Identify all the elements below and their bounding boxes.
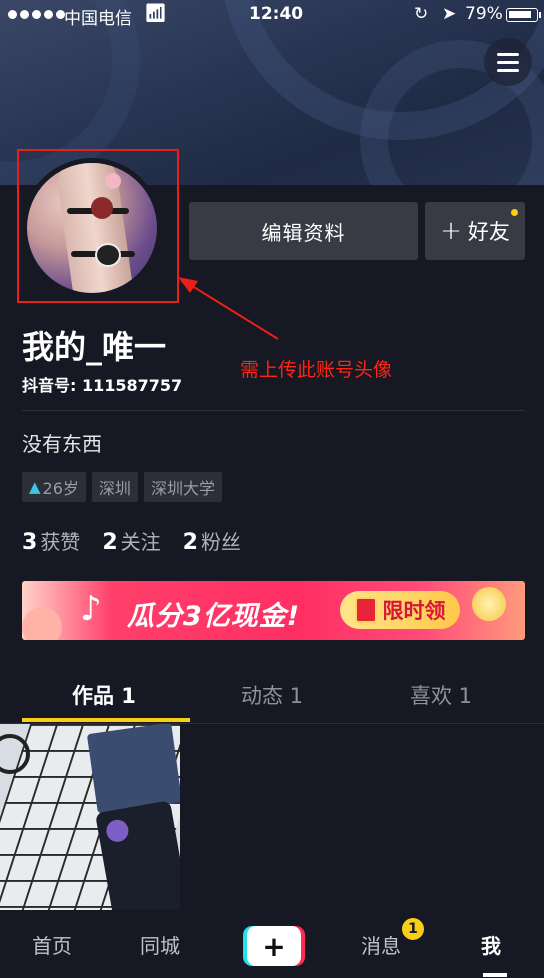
- active-nav-indicator: [483, 973, 507, 977]
- nav-messages[interactable]: 消息: [361, 930, 401, 959]
- profile-bio: 没有东西: [22, 432, 102, 456]
- annotation-text: 需上传此账号头像: [240, 359, 393, 381]
- nav-home[interactable]: 首页: [32, 930, 72, 959]
- tag-school: 深圳大学: [143, 472, 222, 502]
- stat-following[interactable]: 2 关注: [102, 526, 160, 555]
- carrier-name: 中国电信: [64, 9, 132, 29]
- wifi-icon: 📶︎: [144, 3, 167, 24]
- video-thumbnail[interactable]: [0, 724, 180, 910]
- red-envelope-icon: [354, 597, 377, 623]
- tag-city: 深圳: [91, 472, 138, 502]
- tag-age: ▲ 26岁: [22, 472, 86, 502]
- nav-me[interactable]: 我: [481, 930, 501, 959]
- edit-profile-button[interactable]: 编辑资料: [189, 202, 418, 260]
- status-time: 12:40: [249, 4, 304, 24]
- promo-banner[interactable]: ♪ 瓜分3亿现金! 限时领: [22, 581, 525, 640]
- tab-works[interactable]: 作品 1: [72, 680, 136, 710]
- notification-dot: [511, 209, 518, 216]
- plus-icon: +: [247, 926, 301, 966]
- profile-tabs: 作品 1 动态 1 喜欢 1: [0, 666, 544, 724]
- tab-likes[interactable]: 喜欢 1: [410, 680, 472, 710]
- create-video-button[interactable]: +: [243, 926, 305, 966]
- plus-icon: +: [440, 216, 462, 246]
- profile-tags: ▲ 26岁 深圳 深圳大学: [22, 472, 222, 502]
- stat-likes[interactable]: 3 获赞: [22, 526, 80, 555]
- hamburger-icon: [497, 52, 519, 56]
- menu-button[interactable]: [484, 38, 532, 86]
- profile-nickname: 我的_唯一: [22, 328, 167, 366]
- stat-followers[interactable]: 2 粉丝: [183, 526, 241, 555]
- tab-activity[interactable]: 动态 1: [241, 680, 303, 710]
- status-bar: 中国电信 📶︎ 12:40 ↻ ➤ 79%: [0, 0, 544, 30]
- annotation-highlight-box: [17, 149, 179, 303]
- coin-icon: [472, 587, 506, 621]
- annotation-arrow-icon: [178, 277, 279, 340]
- add-friend-button[interactable]: + 好友: [425, 202, 525, 260]
- person-icon: ▲: [29, 478, 41, 496]
- rotation-lock-icon: ↻: [414, 4, 429, 24]
- claim-now-button[interactable]: 限时领: [340, 591, 460, 629]
- battery-percent: 79%: [465, 4, 503, 24]
- battery-icon: [506, 8, 541, 22]
- profile-stats: 3 获赞 2 关注 2 粉丝: [22, 526, 241, 555]
- douyin-id: 抖音号: 111587757: [22, 376, 183, 395]
- message-badge: 1: [402, 918, 424, 940]
- coin-decor: [22, 607, 62, 640]
- signal-icon: [8, 10, 65, 19]
- location-icon: ➤: [442, 4, 457, 24]
- add-friend-label: 好友: [467, 220, 510, 244]
- tiktok-logo-icon: ♪: [80, 589, 102, 629]
- nav-nearby[interactable]: 同城: [140, 930, 180, 959]
- bottom-nav: 首页 同城 + 消息 1 我: [0, 910, 544, 978]
- active-tab-indicator: [22, 718, 190, 722]
- banner-text: 瓜分3亿现金!: [127, 601, 301, 632]
- divider: [22, 410, 525, 411]
